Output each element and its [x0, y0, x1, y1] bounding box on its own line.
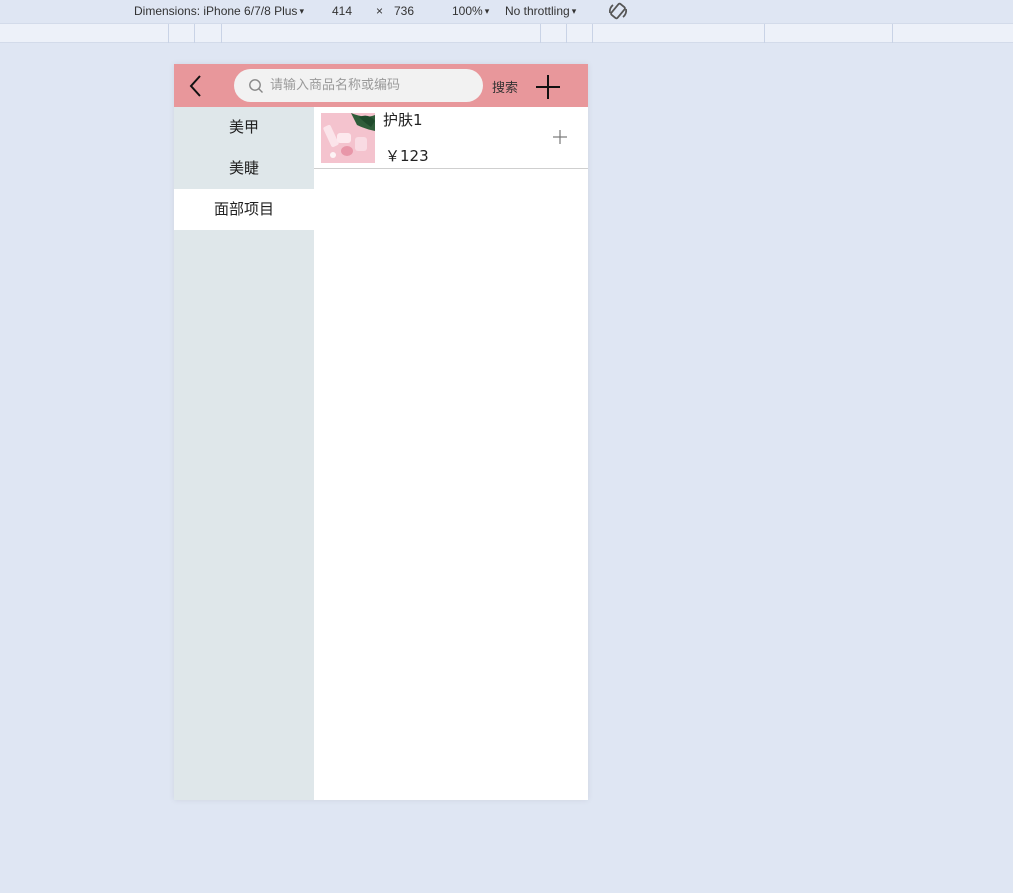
- phone-viewport: 搜索 美甲 美睫 面部项目 护肤1 ￥123: [174, 64, 588, 800]
- search-input[interactable]: [270, 69, 470, 102]
- back-arrow-icon[interactable]: [184, 72, 210, 100]
- device-label: Dimensions: iPhone 6/7/8 Plus: [134, 4, 298, 18]
- devtools-toolbar: Dimensions: iPhone 6/7/8 Plus ▾ 414 × 736…: [0, 0, 1013, 23]
- product-thumbnail: [321, 113, 375, 163]
- top-bar: 搜索: [174, 64, 588, 107]
- product-list: 护肤1 ￥123: [314, 107, 588, 800]
- rotate-icon[interactable]: [607, 1, 629, 21]
- category-item-lash[interactable]: 美睫: [174, 148, 314, 189]
- search-icon: [249, 79, 263, 93]
- zoom-label: 100%: [452, 4, 483, 18]
- product-name: 护肤1: [383, 111, 423, 129]
- search-button[interactable]: 搜索: [492, 77, 518, 96]
- search-box[interactable]: [234, 69, 483, 102]
- category-item-nail[interactable]: 美甲: [174, 107, 314, 148]
- add-to-cart-icon[interactable]: [552, 129, 568, 145]
- times-sign: ×: [376, 4, 384, 18]
- category-sidebar: 美甲 美睫 面部项目: [174, 107, 314, 800]
- plus-icon[interactable]: [534, 73, 562, 101]
- chevron-down-icon: ▾: [299, 6, 304, 16]
- height-field[interactable]: 736: [394, 4, 414, 18]
- width-field[interactable]: 414: [332, 4, 352, 18]
- category-item-facial[interactable]: 面部项目: [174, 189, 314, 230]
- media-query-ruler: [0, 23, 1013, 43]
- throttling-select[interactable]: No throttling ▾: [505, 4, 576, 18]
- chevron-down-icon: ▾: [484, 6, 490, 16]
- zoom-select[interactable]: 100% ▾: [452, 4, 489, 18]
- throttling-label: No throttling: [505, 4, 570, 18]
- chevron-down-icon: ▾: [571, 6, 577, 16]
- product-price: ￥123: [385, 147, 429, 165]
- device-select[interactable]: Dimensions: iPhone 6/7/8 Plus ▾: [134, 4, 304, 18]
- list-item[interactable]: 护肤1 ￥123: [314, 107, 588, 169]
